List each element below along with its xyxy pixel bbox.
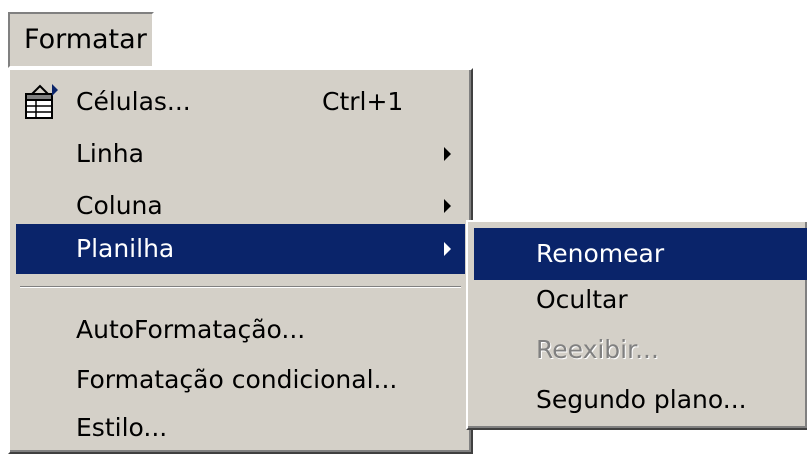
menu-item-autoformat-label: AutoFormatação... (76, 315, 306, 344)
submenu-item-background[interactable]: Segundo plano... (474, 374, 807, 426)
submenu-item-hide-label: Ocultar (536, 285, 628, 314)
sheet-submenu: Renomear Ocultar Reexibir... Segundo pla… (466, 220, 807, 430)
submenu-item-rename[interactable]: Renomear (474, 228, 807, 280)
menu-item-conditional-format[interactable]: Formatação condicional... (16, 354, 465, 406)
menu-separator (20, 286, 461, 288)
format-menu-dropdown: Células... Ctrl+1 Linha Coluna Planilha … (8, 68, 473, 454)
menu-item-cells-shortcut: Ctrl+1 (322, 87, 404, 116)
menu-item-autoformat[interactable]: AutoFormatação... (16, 304, 465, 356)
menu-formatar-label: Formatar (24, 24, 147, 55)
submenu-arrow-icon (444, 147, 451, 161)
submenu-item-rename-label: Renomear (536, 239, 665, 268)
screen: Formatar Células... Ctrl+1 Linha Coluna (0, 0, 807, 457)
submenu-arrow-icon (444, 199, 451, 213)
menu-item-row-label: Linha (76, 139, 144, 168)
menu-item-row[interactable]: Linha (16, 128, 465, 180)
menu-item-sheet[interactable]: Planilha (16, 224, 465, 274)
menu-item-cells-label: Células... (76, 87, 191, 116)
submenu-item-unhide: Reexibir... (474, 324, 807, 376)
menu-item-style-label: Estilo... (76, 413, 168, 442)
menu-item-style[interactable]: Estilo... (16, 402, 465, 454)
submenu-arrow-icon (444, 242, 451, 256)
submenu-item-unhide-label: Reexibir... (536, 335, 659, 364)
menu-item-conditional-format-label: Formatação condicional... (76, 365, 398, 394)
format-cells-icon (25, 84, 58, 119)
menu-formatar[interactable]: Formatar (8, 12, 154, 68)
submenu-item-background-label: Segundo plano... (536, 385, 747, 414)
menu-item-sheet-label: Planilha (76, 234, 175, 263)
submenu-item-hide[interactable]: Ocultar (474, 274, 807, 326)
menu-item-cells[interactable]: Células... Ctrl+1 (16, 76, 465, 128)
